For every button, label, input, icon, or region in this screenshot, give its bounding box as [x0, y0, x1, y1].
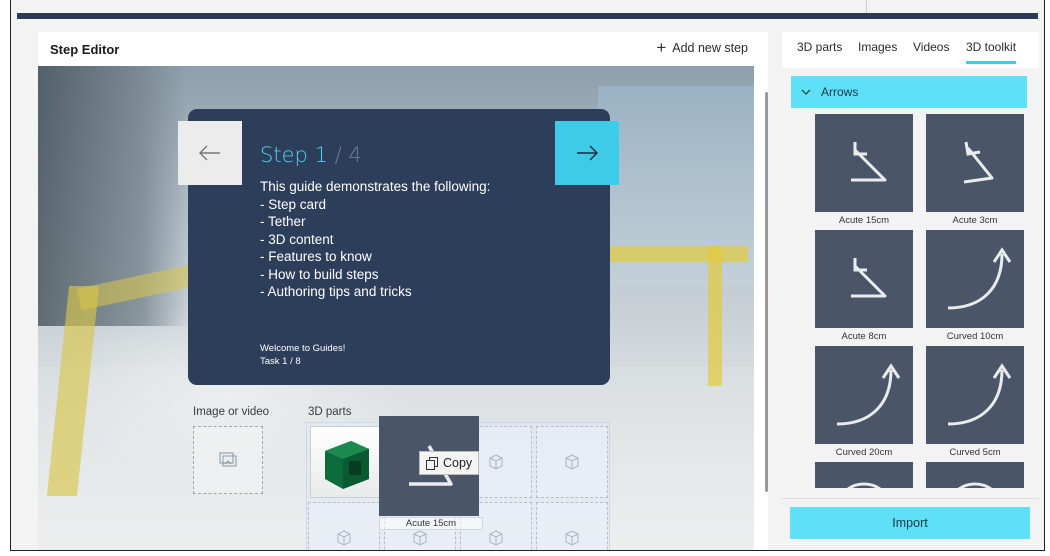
curved-arrow-icon: [947, 363, 1012, 426]
step-editor-panel: Step Editor + Add new step Step 1 / 4 Th…: [38, 32, 768, 550]
arrows-section-header[interactable]: Arrows: [791, 76, 1027, 108]
toolkit-tile-label: Curved 20cm: [835, 447, 893, 458]
arrow-left-icon: [199, 145, 220, 161]
toolkit-tile-curved-20cm[interactable]: [815, 346, 913, 444]
tab-images[interactable]: Images: [858, 40, 897, 54]
3d-part-slot[interactable]: [536, 426, 608, 498]
add-new-step-button[interactable]: + Add new step: [656, 38, 748, 57]
editor-header: Step Editor + Add new step: [38, 32, 768, 66]
3d-part-placeholder-icon: [337, 530, 351, 546]
step-description-line: - Authoring tips and tricks: [260, 284, 412, 299]
acute-arrow-icon: [851, 142, 887, 182]
copy-icon: [426, 456, 438, 470]
step-description-line: - Features to know: [260, 249, 372, 264]
green-part-image: [325, 441, 369, 489]
app-window: Step Editor + Add new step Step 1 / 4 Th…: [10, 0, 1045, 551]
3d-part-placeholder-icon: [489, 454, 503, 470]
copy-tooltip: Copy: [419, 451, 480, 475]
top-bar: [17, 13, 1038, 19]
tab-videos[interactable]: Videos: [913, 40, 949, 54]
3d-part-slot[interactable]: [308, 502, 380, 550]
acute-arrow-icon: [851, 258, 887, 298]
step-title: Step 1 / 4: [260, 143, 362, 167]
3d-part-slot[interactable]: [536, 502, 608, 550]
step-description-line: - How to build steps: [260, 266, 379, 282]
step-description-line: - Step card: [260, 196, 327, 212]
next-step-button[interactable]: [555, 121, 619, 185]
arrows-section-label: Arrows: [821, 85, 859, 99]
circle-arrow-icon: [957, 482, 993, 488]
chevron-down-icon: [801, 89, 811, 95]
toolkit-tile-circle[interactable]: [815, 462, 913, 488]
3d-parts-label: 3D parts: [308, 406, 352, 418]
toolkit-tile-label: Acute 3cm: [952, 215, 998, 226]
step-word: Step: [260, 143, 308, 167]
import-button[interactable]: Import: [790, 507, 1030, 539]
3d-part-placeholder-icon: [489, 530, 503, 546]
toolkit-tile-label: Curved 5cm: [949, 447, 1001, 458]
library-content: Arrows Acute 15cm Acute 3cm Acute 8cm Cu…: [782, 68, 1039, 488]
step-current: 1: [314, 143, 328, 167]
image-video-label: Image or video: [193, 406, 270, 418]
toolkit-tile-acute-3cm[interactable]: [926, 114, 1024, 212]
scene-rail: [608, 246, 748, 262]
toolkit-tile-acute-8cm[interactable]: [815, 230, 913, 328]
scene-background: Step 1 / 4 This guide demonstrates the f…: [38, 66, 754, 550]
step-description-line: - 3D content: [260, 231, 334, 247]
toolkit-tile-label: Acute 8cm: [841, 331, 887, 342]
editor-scrollbar[interactable]: [765, 92, 768, 492]
step-footer-welcome: Welcome to Guides!: [260, 343, 346, 354]
3d-part-thumbnail[interactable]: [310, 426, 382, 498]
toolkit-tile-label: Acute 15cm: [838, 215, 890, 226]
plus-icon: +: [656, 38, 667, 57]
step-footer-task: Task 1 / 8: [260, 356, 301, 367]
step-total: 4: [348, 143, 362, 167]
toolkit-tile-acute-15cm[interactable]: [815, 114, 913, 212]
scene-rail: [708, 246, 722, 386]
3d-part-placeholder-icon: [565, 530, 579, 546]
toolkit-tile-curved-10cm[interactable]: [926, 230, 1024, 328]
3d-part-placeholder-icon: [565, 454, 579, 470]
content-library-panel: 3D parts Images Videos 3D toolkit Arrows…: [782, 32, 1039, 550]
circle-arrow-icon: [846, 482, 882, 488]
image-placeholder-icon: [219, 452, 237, 467]
dragged-tile-caption: Acute 15cm: [379, 517, 483, 530]
add-new-step-label: Add new step: [672, 41, 748, 55]
3d-part-placeholder-icon: [413, 530, 427, 546]
arrow-right-icon: [577, 145, 598, 161]
curved-arrow-icon: [947, 247, 1012, 310]
toolkit-tile-curved-5cm[interactable]: [926, 346, 1024, 444]
import-footer: Import: [782, 498, 1039, 550]
step-description-line: This guide demonstrates the following:: [260, 179, 491, 194]
editor-title: Step Editor: [50, 42, 120, 57]
title-divider: [866, 0, 867, 13]
step-description: This guide demonstrates the following: - …: [260, 178, 490, 301]
step-description-line: - Tether: [260, 214, 306, 229]
step-footer: Welcome to Guides! Task 1 / 8: [260, 342, 345, 368]
image-video-drop-slot[interactable]: [193, 426, 263, 494]
tab-3d-parts[interactable]: 3D parts: [797, 40, 842, 54]
curved-arrow-icon: [836, 363, 901, 426]
step-separator: /: [327, 143, 349, 167]
previous-step-button[interactable]: [178, 121, 242, 185]
copy-label: Copy: [443, 456, 473, 470]
acute-arrow-icon: [963, 141, 994, 184]
toolkit-tile-circle[interactable]: [926, 462, 1024, 488]
toolkit-tile-label: Curved 10cm: [946, 331, 1004, 342]
tab-3d-toolkit[interactable]: 3D toolkit: [966, 40, 1017, 64]
library-tabs: 3D parts Images Videos 3D toolkit: [782, 32, 1039, 68]
